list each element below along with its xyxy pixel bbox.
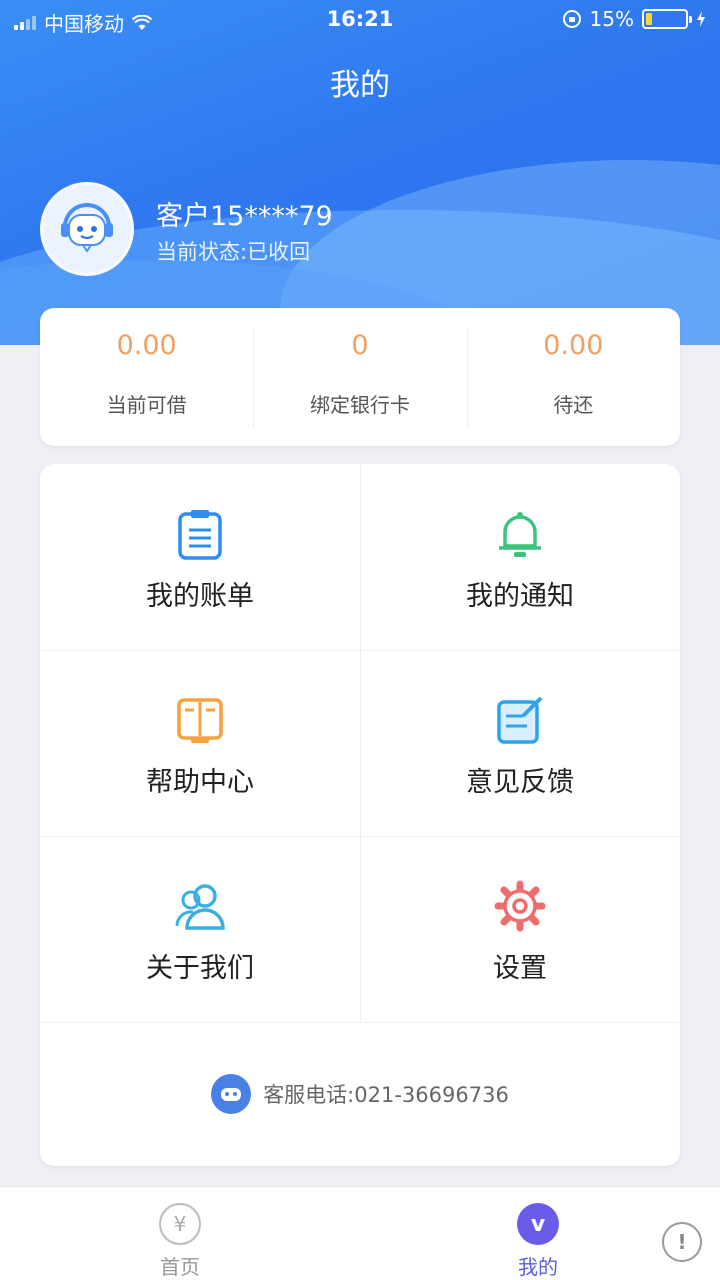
menu-label: 帮助中心 (146, 767, 254, 798)
stat-label: 当前可借 (106, 393, 187, 417)
tab-mine[interactable]: v 我的 (478, 1187, 598, 1280)
users-icon (172, 878, 228, 934)
user-status: 当前状态:已收回 (156, 240, 311, 264)
charging-icon (697, 11, 705, 27)
gear-icon (492, 878, 548, 934)
menu-item-settings[interactable]: 设置 (360, 836, 680, 1022)
orientation-lock-icon (562, 10, 581, 28)
tab-label: 我的 (518, 1255, 558, 1279)
menu-item-about-us[interactable]: 关于我们 (40, 836, 360, 1022)
menu-label: 设置 (493, 953, 547, 984)
menu-item-my-notifications[interactable]: 我的通知 (360, 464, 680, 650)
menu-item-feedback[interactable]: 意见反馈 (360, 650, 680, 836)
menu-card: 我的账单 我的通知 帮助中心 意见反馈 关于我们 设置 客服电话:021-366… (40, 464, 680, 1166)
battery-icon (642, 9, 692, 29)
user-name: 客户15****79 (156, 201, 333, 232)
stat-to-repay[interactable]: 0.00 待还 (466, 308, 680, 446)
tab-bar: ¥ 首页 v 我的 (0, 1186, 720, 1280)
status-bar: 中国移动 16:21 15% (0, 0, 720, 40)
robot-avatar-icon (61, 203, 113, 253)
battery-percent: 15% (589, 7, 634, 31)
menu-item-help-center[interactable]: 帮助中心 (40, 650, 360, 836)
feedback-icon (492, 692, 548, 748)
stat-available-credit[interactable]: 0.00 当前可借 (40, 308, 253, 446)
bill-icon (172, 506, 228, 562)
header-background (0, 0, 720, 345)
menu-label: 我的账单 (146, 581, 254, 612)
menu-label: 意见反馈 (466, 767, 574, 798)
menu-label: 关于我们 (146, 953, 254, 984)
assistive-touch-button[interactable]: ! (662, 1222, 702, 1262)
book-icon (172, 692, 228, 748)
yen-icon: ¥ (159, 1203, 201, 1245)
stat-label: 绑定银行卡 (309, 393, 410, 417)
stat-value: 0 (351, 330, 369, 361)
mine-icon: v (517, 1203, 559, 1245)
menu-item-my-bills[interactable]: 我的账单 (40, 464, 360, 650)
service-icon (211, 1074, 252, 1114)
avatar[interactable] (40, 182, 134, 276)
stats-card: 0.00 当前可借 0 绑定银行卡 0.00 待还 (40, 308, 680, 446)
tab-home[interactable]: ¥ 首页 (120, 1187, 240, 1280)
stat-bound-cards[interactable]: 0 绑定银行卡 (253, 308, 466, 446)
tab-label: 首页 (160, 1255, 200, 1279)
stat-value: 0.00 (543, 330, 604, 361)
page-title: 我的 (330, 68, 390, 103)
bell-icon (492, 506, 548, 562)
stat-label: 待还 (553, 393, 594, 417)
stat-value: 0.00 (116, 330, 177, 361)
service-phone-text: 客服电话:021-36696736 (263, 1083, 509, 1107)
customer-service-phone[interactable]: 客服电话:021-36696736 (40, 1022, 680, 1166)
menu-label: 我的通知 (466, 581, 574, 612)
